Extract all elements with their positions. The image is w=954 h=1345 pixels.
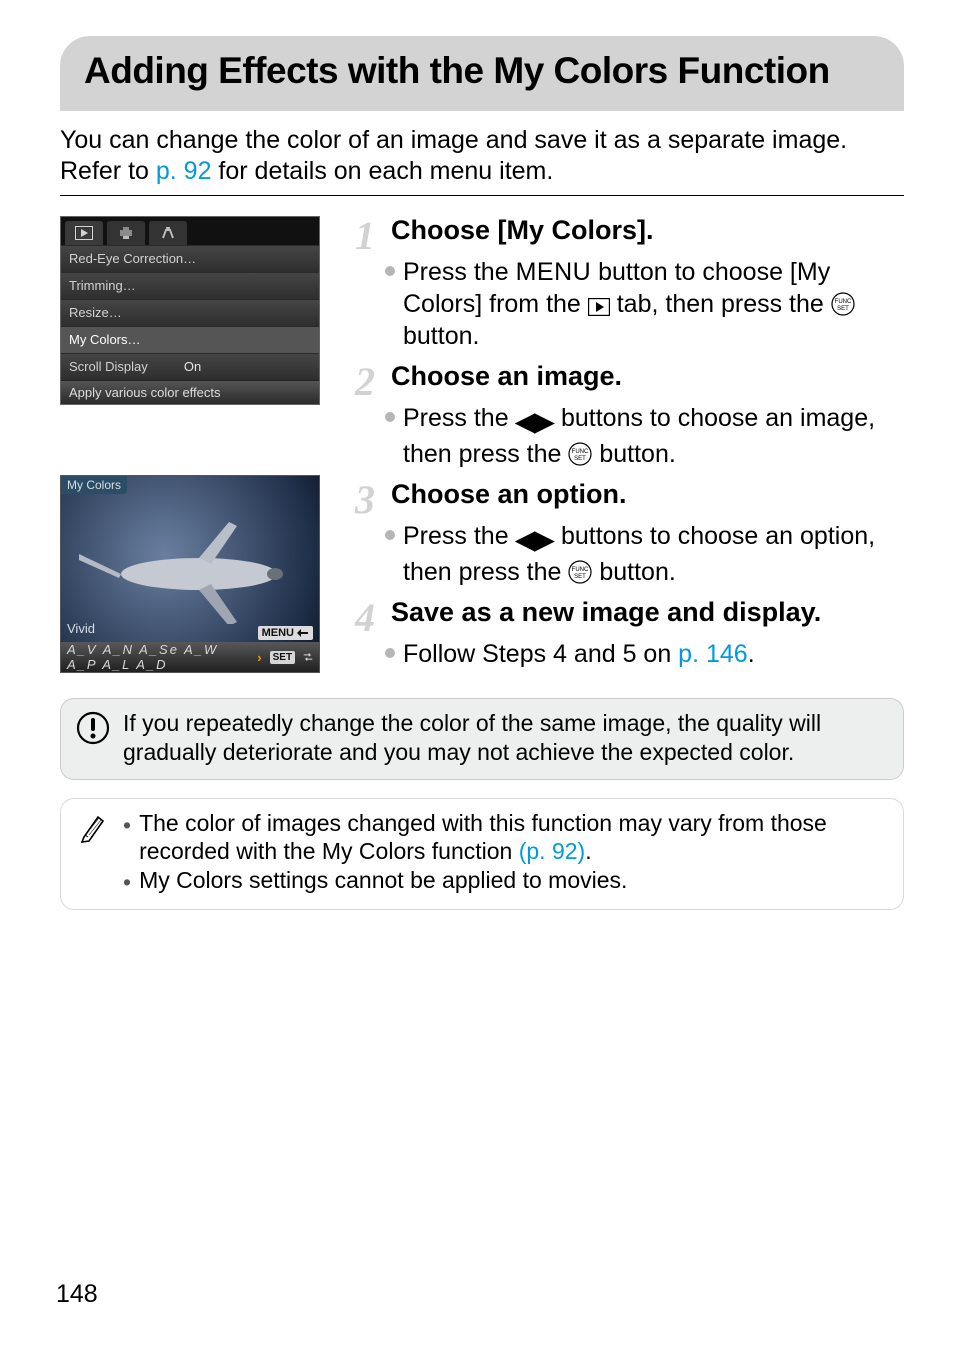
menu-row-scrolldisplay: Scroll Display On	[61, 353, 319, 380]
airplane-graphic	[79, 514, 299, 624]
svg-text:SET: SET	[575, 574, 587, 580]
step-2-title: Choose an image.	[391, 362, 622, 392]
menu-row-resize: Resize…	[61, 299, 319, 326]
divider	[60, 195, 904, 196]
set-label: SET	[270, 651, 295, 664]
func-set-icon: FUNCSET	[831, 292, 855, 316]
preview-footer: A_V A_N A_Se A_W A_P A_L A_D › SET	[61, 642, 319, 672]
bullet-dot	[385, 412, 395, 422]
func-set-icon: FUNCSET	[568, 560, 592, 584]
step-2-number: 2	[355, 364, 385, 400]
bullet-dot	[385, 648, 395, 658]
s4-text-b: .	[748, 640, 755, 668]
s1-text-a: Press the	[403, 258, 516, 286]
scroll-display-label: Scroll Display	[69, 359, 148, 374]
left-right-arrows-icon: ◀▶	[516, 406, 554, 438]
menu-row-redeye: Red-Eye Correction…	[61, 245, 319, 272]
tab-print-icon	[107, 221, 145, 245]
caution-icon	[75, 709, 111, 745]
link-p92-b[interactable]: (p. 92)	[519, 838, 585, 864]
tip1-text-b: .	[585, 838, 591, 864]
s2-text-c: button.	[592, 440, 675, 468]
s3-text-c: button.	[592, 558, 675, 586]
tab-playback-icon	[65, 221, 103, 245]
pencil-icon	[75, 809, 111, 843]
menu-screenshot: Red-Eye Correction… Trimming… Resize… My…	[60, 216, 320, 405]
step-4-body: Follow Steps 4 and 5 on p. 146.	[355, 638, 904, 670]
tip-2: • My Colors settings cannot be applied t…	[123, 866, 887, 897]
link-p146[interactable]: p. 146	[678, 640, 748, 668]
intro-text: You can change the color of an image and…	[60, 125, 904, 188]
scroll-display-value: On	[184, 359, 201, 374]
svg-text:SET: SET	[837, 306, 849, 312]
intro-part2: for details on each menu item.	[211, 157, 553, 185]
menu-row-trimming: Trimming…	[61, 272, 319, 299]
step-3-body: Press the ◀▶ buttons to choose an option…	[355, 520, 904, 588]
step-1-title: Choose [My Colors].	[391, 216, 654, 246]
step-3-number: 3	[355, 482, 385, 518]
swap-icon	[303, 651, 313, 663]
s2-text-a: Press the	[403, 404, 516, 432]
preview-mode-label: Vivid	[67, 621, 95, 636]
preview-badge: My Colors	[61, 476, 127, 494]
preview-menu-back: MENU	[258, 626, 313, 640]
bullet-dot	[385, 266, 395, 276]
caution-box: If you repeatedly change the color of th…	[60, 698, 904, 780]
svg-text:FUNC: FUNC	[834, 299, 851, 305]
svg-text:FUNC: FUNC	[572, 567, 589, 573]
tip-bullet: •	[123, 866, 131, 897]
menu-row-mycolors: My Colors…	[61, 326, 319, 353]
step-4-header: 4 Save as a new image and display.	[355, 598, 904, 634]
page-title-banner: Adding Effects with the My Colors Functi…	[60, 36, 904, 111]
func-set-icon: FUNCSET	[568, 442, 592, 466]
menu-tabs	[61, 217, 319, 245]
playback-tab-icon	[588, 298, 610, 316]
page-number: 148	[56, 1280, 98, 1309]
step-3-title: Choose an option.	[391, 480, 627, 510]
tip2-text: My Colors settings cannot be applied to …	[139, 866, 627, 897]
tip-bullet: •	[123, 809, 131, 867]
link-p92[interactable]: p. 92	[156, 157, 212, 185]
s1-text-c: tab, then press the	[610, 290, 831, 318]
svg-text:FUNC: FUNC	[572, 449, 589, 455]
preview-footer-icons: A_V A_N A_Se A_W A_P A_L A_D	[67, 642, 249, 672]
step-1-header: 1 Choose [My Colors].	[355, 216, 904, 252]
caret-right-icon: ›	[257, 650, 261, 665]
page-title: Adding Effects with the My Colors Functi…	[84, 50, 880, 93]
svg-text:SET: SET	[575, 456, 587, 462]
s3-text-a: Press the	[403, 522, 516, 550]
step-4-number: 4	[355, 600, 385, 636]
step-1-body: Press the MENU button to choose [My Colo…	[355, 256, 904, 352]
tab-tools-icon	[149, 221, 187, 245]
menu-word: MENU	[516, 258, 592, 286]
tips-box: • The color of images changed with this …	[60, 798, 904, 910]
preview-screenshot: My Colors Vivid MENU A_V A_N A_Se A_W A_…	[60, 475, 320, 673]
tip1-text-a: The color of images changed with this fu…	[139, 810, 827, 865]
back-arrow-icon	[297, 628, 309, 638]
step-2-body: Press the ◀▶ buttons to choose an image,…	[355, 402, 904, 470]
tip-1: • The color of images changed with this …	[123, 809, 887, 867]
menu-footer: Apply various color effects	[61, 380, 319, 404]
step-1-number: 1	[355, 218, 385, 254]
s4-text-a: Follow Steps 4 and 5 on	[403, 640, 678, 668]
step-2-header: 2 Choose an image.	[355, 362, 904, 398]
s1-text-d: button.	[403, 322, 479, 350]
step-3-header: 3 Choose an option.	[355, 480, 904, 516]
left-right-arrows-icon: ◀▶	[516, 524, 554, 556]
menu-label: MENU	[262, 627, 294, 639]
bullet-dot	[385, 530, 395, 540]
step-4-title: Save as a new image and display.	[391, 598, 821, 628]
caution-text: If you repeatedly change the color of th…	[123, 709, 887, 767]
